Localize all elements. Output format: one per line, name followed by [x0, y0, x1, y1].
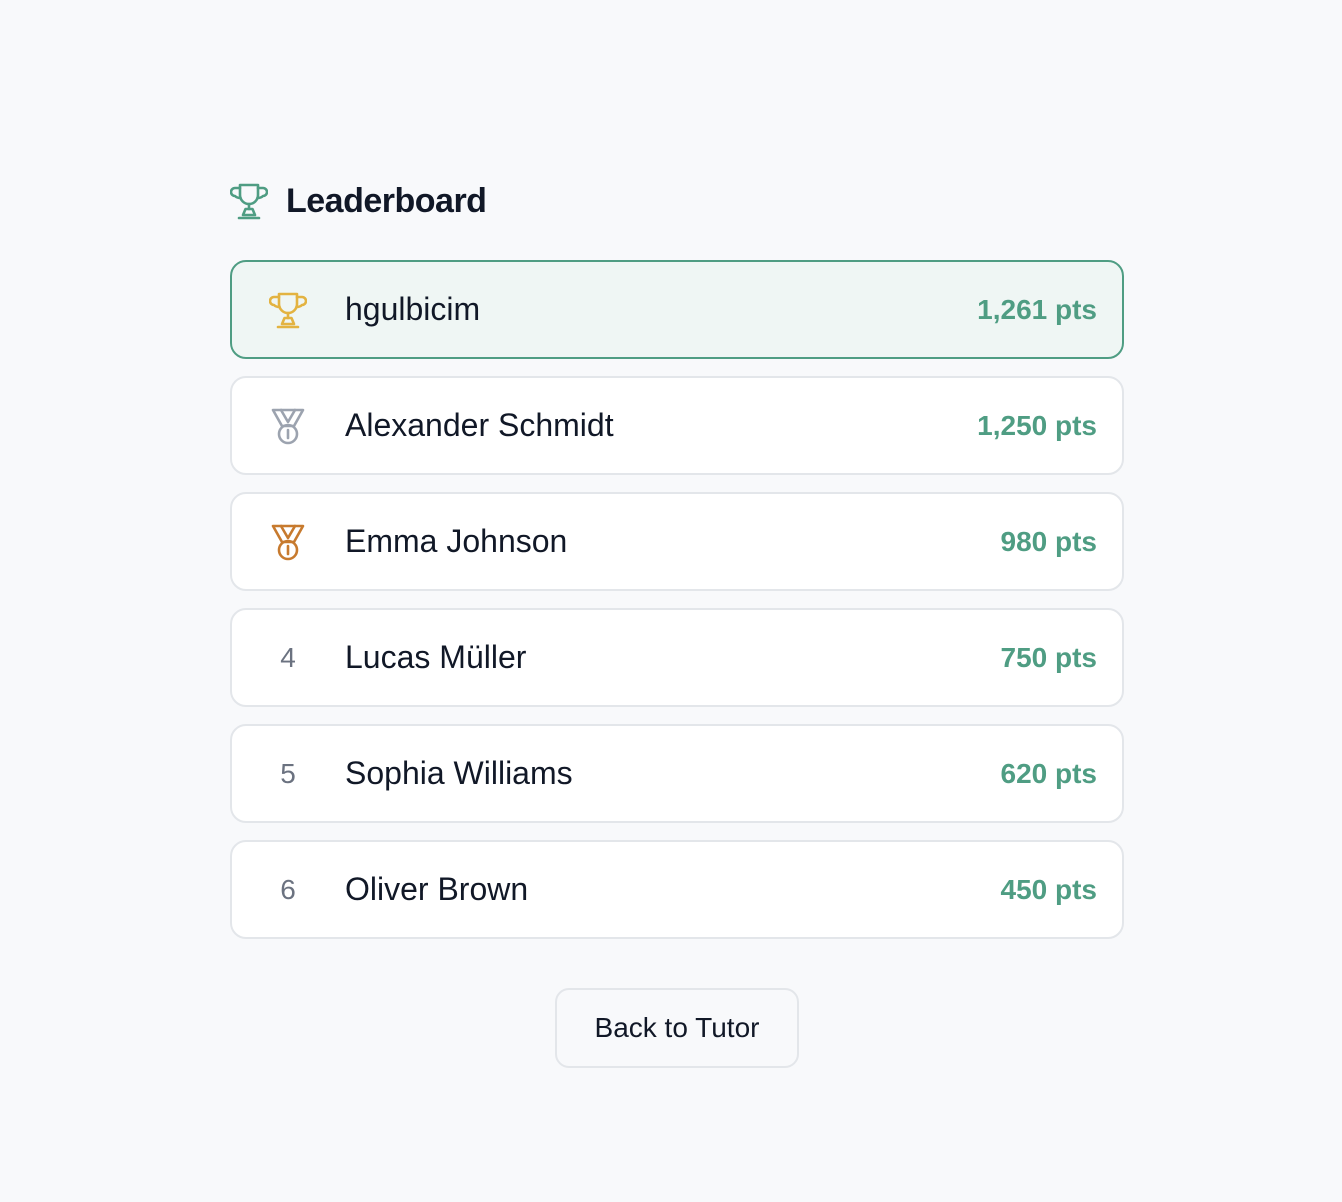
rank-number: 5: [260, 746, 316, 802]
rank-label: 4: [280, 641, 296, 673]
leaderboard-list: hgulbicim 1,261 pts Alexander Schmidt 1,…: [230, 260, 1124, 956]
player-name: Sophia Williams: [345, 755, 573, 791]
leaderboard-row[interactable]: 4 Lucas Müller 750 pts: [230, 608, 1124, 707]
player-points: 1,250 pts: [977, 409, 1097, 441]
player-points: 620 pts: [1000, 757, 1098, 789]
rank-number: 6: [260, 862, 316, 918]
player-points: 980 pts: [1000, 525, 1098, 557]
bronze-medal-icon: [260, 514, 316, 570]
leaderboard-row[interactable]: Emma Johnson 980 pts: [230, 492, 1124, 591]
leaderboard-row[interactable]: Alexander Schmidt 1,250 pts: [230, 376, 1124, 475]
player-name: Alexander Schmidt: [345, 407, 614, 443]
player-name: Lucas Müller: [345, 639, 527, 675]
back-to-tutor-button[interactable]: Back to Tutor: [555, 988, 799, 1068]
player-points: 1,261 pts: [977, 293, 1097, 325]
player-name: Oliver Brown: [345, 871, 529, 907]
gold-trophy-icon: [260, 282, 316, 338]
leaderboard-row[interactable]: 5 Sophia Williams 620 pts: [230, 724, 1124, 823]
leaderboard-row[interactable]: 6 Oliver Brown 450 pts: [230, 840, 1124, 939]
player-name: hgulbicim: [345, 291, 481, 327]
rank-label: 5: [280, 757, 296, 789]
leaderboard-header: Leaderboard: [229, 178, 487, 224]
rank-label: 6: [280, 873, 296, 905]
player-points: 750 pts: [1000, 641, 1098, 673]
silver-medal-icon: [260, 398, 316, 454]
leaderboard-row[interactable]: hgulbicim 1,261 pts: [230, 260, 1124, 359]
trophy-icon: [229, 181, 269, 221]
player-points: 450 pts: [1000, 873, 1098, 905]
player-name: Emma Johnson: [345, 523, 568, 559]
rank-number: 4: [260, 630, 316, 686]
page-title: Leaderboard: [286, 181, 487, 220]
